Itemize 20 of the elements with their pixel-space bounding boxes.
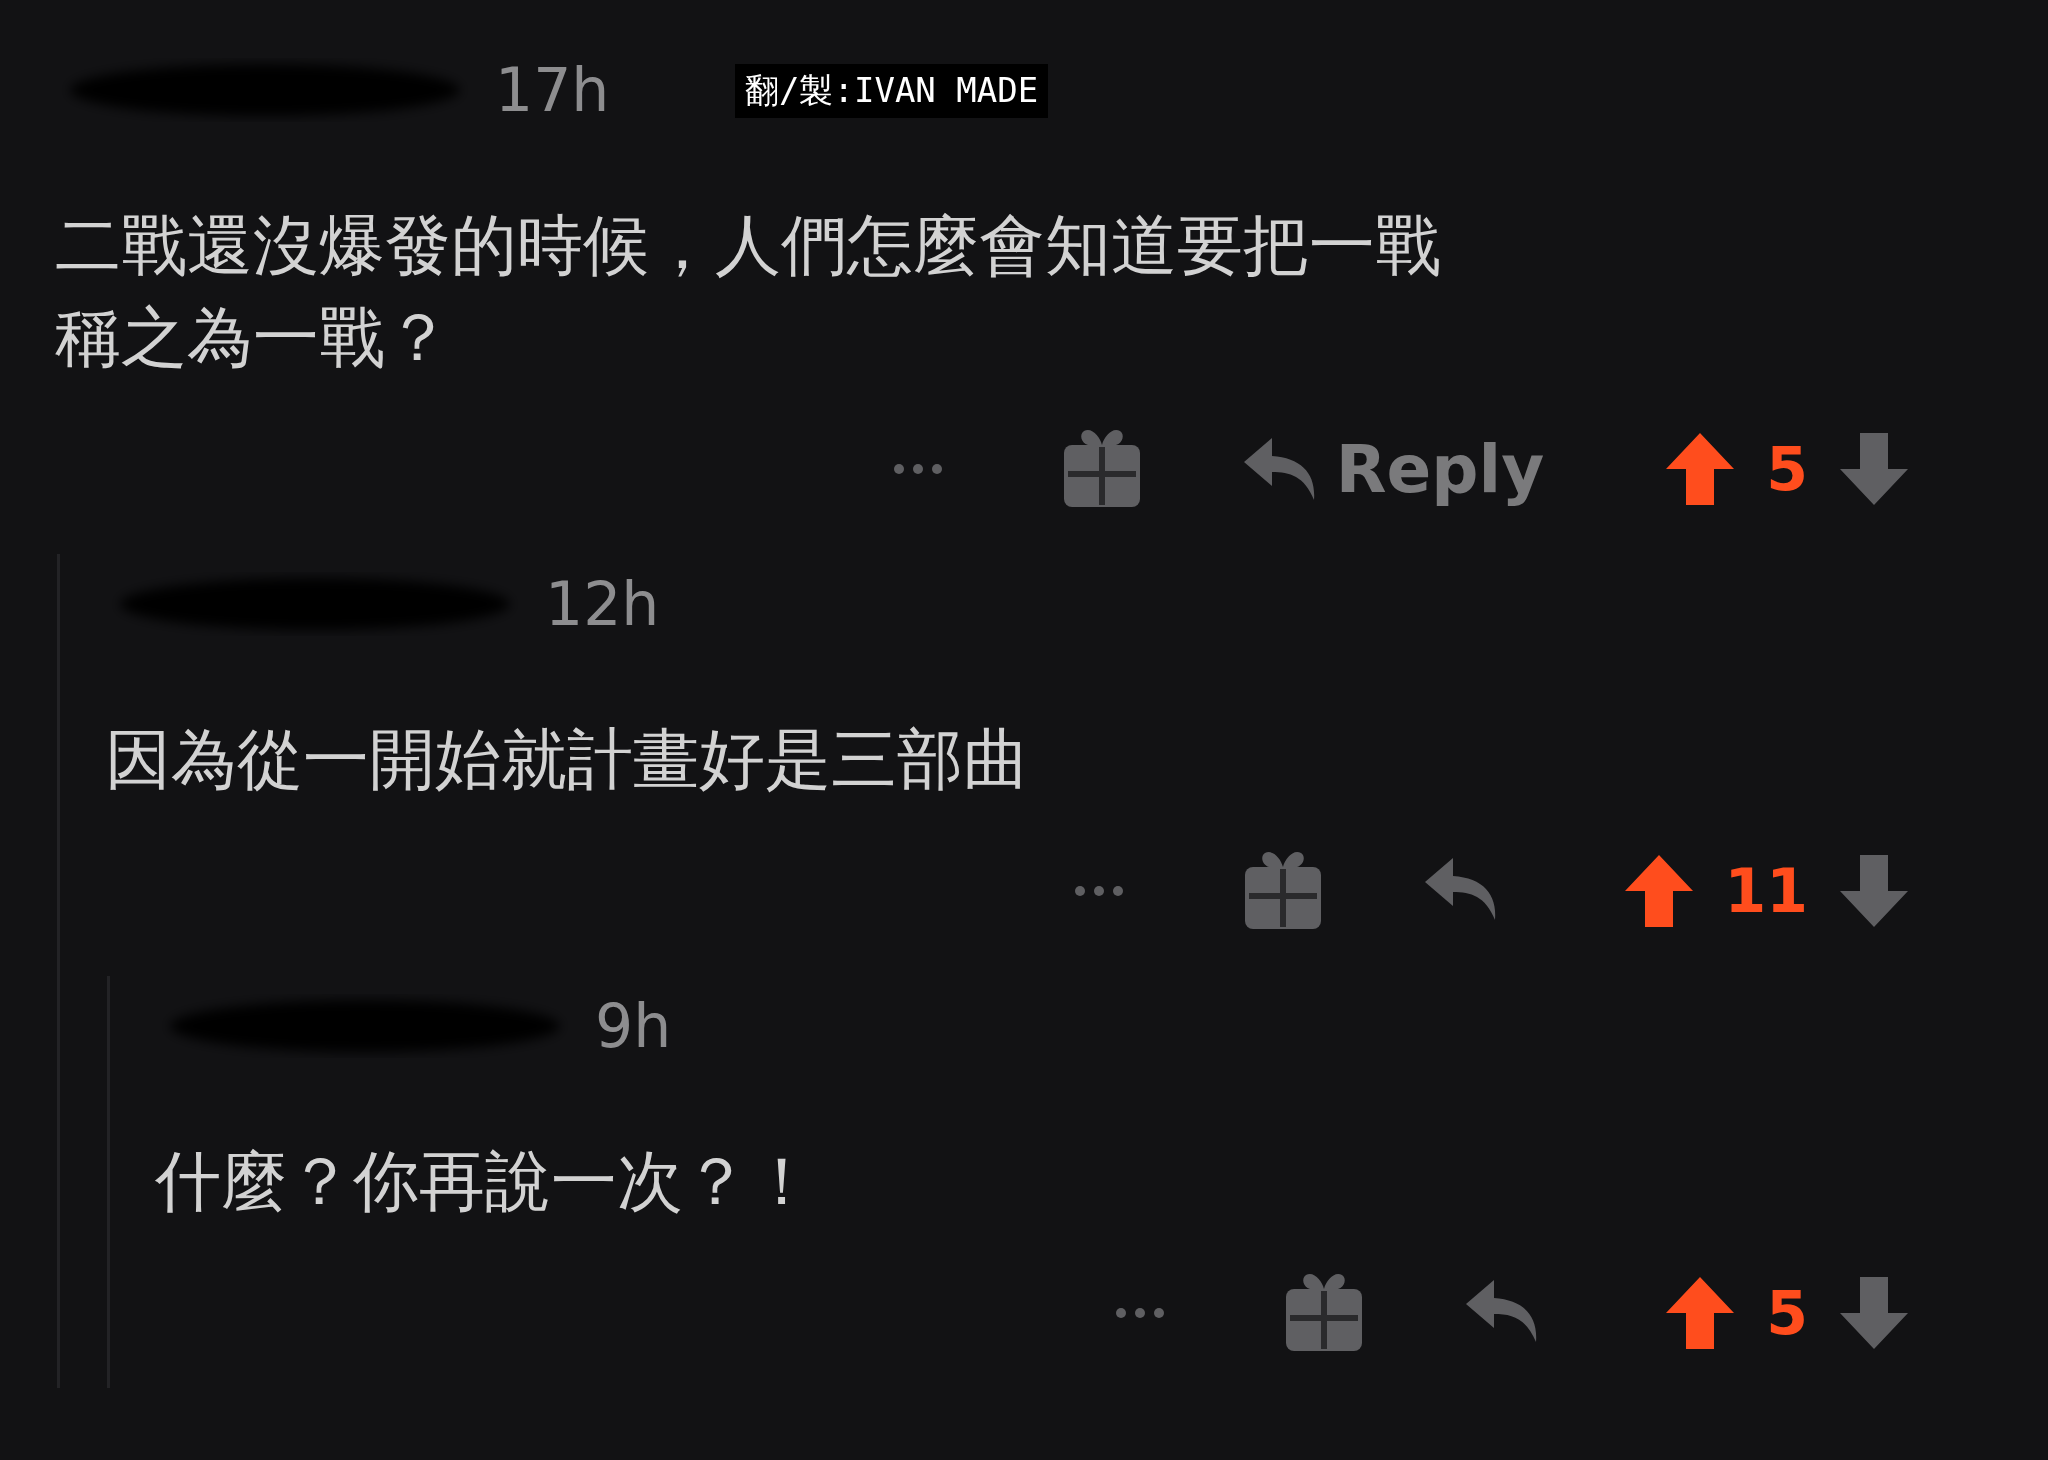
vote-count: 5 (1766, 434, 1808, 504)
downvote-icon[interactable] (1838, 431, 1910, 507)
comment-text: 什麼？你再說一次？！ (155, 1142, 816, 1222)
comment-text: 二戰還沒爆發的時候，人們怎麼會知道要把一戰 稱之為一戰？ (55, 206, 1442, 378)
credit-label: 翻/製:IVAN MADE (735, 64, 1049, 118)
downvote-icon[interactable] (1838, 1275, 1910, 1351)
downvote-icon[interactable] (1838, 853, 1910, 929)
upvote-icon[interactable] (1664, 1275, 1737, 1351)
vote-count: 5 (1766, 1278, 1808, 1348)
timestamp: 12h (545, 569, 660, 639)
upvote-icon[interactable] (1664, 431, 1737, 507)
comment-text: 因為從一開始就計畫好是三部曲 (105, 720, 1030, 800)
more-icon[interactable] (1074, 886, 1123, 896)
upvote-icon[interactable] (1622, 853, 1695, 929)
timestamp: 9h (595, 991, 672, 1061)
timestamp: 17h (495, 55, 610, 125)
reply-button[interactable]: Reply (1241, 430, 1545, 508)
more-icon[interactable] (893, 464, 942, 474)
more-icon[interactable] (1116, 1308, 1165, 1318)
vote-count: 11 (1724, 856, 1808, 926)
